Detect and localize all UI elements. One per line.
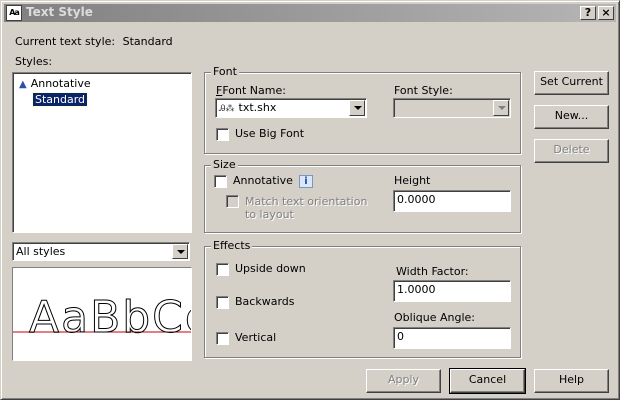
use-big-font-box[interactable] [216,127,229,141]
vertical-checkbox[interactable]: Vertical [216,331,276,345]
width-factor-label: Width Factor: [396,265,469,278]
info-icon[interactable]: i [298,174,313,188]
current-style-label: Current text style: [15,35,116,48]
cancel-button[interactable]: Cancel [449,368,526,394]
chevron-down-icon[interactable] [172,244,188,259]
vertical-box[interactable] [216,331,229,345]
use-big-font-checkbox[interactable]: Use Big Font [216,127,304,141]
font-style-dropdown[interactable] [393,98,511,118]
backwards-box[interactable] [216,295,229,309]
text-preview: AaBbCc [12,267,192,361]
autocad-text-icon: Aa [6,5,22,21]
chevron-down-icon[interactable] [349,100,365,116]
new-button[interactable]: New... [534,105,609,129]
font-name-dropdown[interactable]: Ꭿ⁂ txt.shx [215,98,367,118]
preview-sample-text: AaBbCc [29,292,192,343]
annotative-checkbox[interactable]: Annotative i [214,174,313,188]
font-style-label: Font Style: [394,84,453,97]
effects-group-title: Effects [211,239,253,252]
size-group-title: Size [211,158,238,171]
font-group-title: Font [211,65,239,78]
width-factor-input[interactable]: 1.0000 [393,280,511,302]
annotative-box[interactable] [214,174,227,188]
styles-filter-value: All styles [16,245,66,258]
apply-button[interactable]: Apply [366,369,441,393]
styles-list[interactable]: ▲ Annotative Standard [12,72,192,233]
height-label: Height [394,174,431,187]
style-item-standard[interactable]: Standard [31,92,89,107]
preview-canvas: AaBbCc [13,292,192,344]
annotative-triangle-icon: ▲ [19,79,27,90]
font-name-label: FFont Name: [216,84,286,97]
title-bar[interactable]: Aa Text Style ? × [4,4,616,22]
styles-label: Styles: [15,55,53,68]
height-input[interactable]: 0.0000 [393,190,511,212]
text-style-dialog: Aa Text Style ? × Current text style: St… [0,0,620,400]
upside-down-checkbox[interactable]: Upside down [216,262,306,276]
oblique-angle-label: Oblique Angle: [394,311,475,324]
help-title-button[interactable]: ? [580,6,596,20]
style-item-annotative[interactable]: ▲ Annotative [19,76,91,91]
match-orientation-checkbox[interactable]: Match text orientation to layout [226,195,367,221]
close-button[interactable]: × [598,6,614,20]
match-orientation-box[interactable] [226,195,239,208]
styles-filter-dropdown[interactable]: All styles [12,242,190,261]
chevron-down-icon[interactable] [493,100,509,116]
delete-button[interactable]: Delete [534,139,609,163]
oblique-angle-input[interactable]: 0 [393,327,511,349]
upside-down-box[interactable] [216,262,229,276]
window-title: Text Style [26,5,93,19]
font-name-value: txt.shx [238,101,277,114]
set-current-button[interactable]: Set Current [534,71,609,95]
shx-font-icon: Ꭿ⁂ [219,104,235,114]
current-style-row: Current text style: Standard [15,35,173,48]
help-button[interactable]: Help [534,369,609,393]
backwards-checkbox[interactable]: Backwards [216,295,295,309]
current-style-value: Standard [122,35,173,48]
